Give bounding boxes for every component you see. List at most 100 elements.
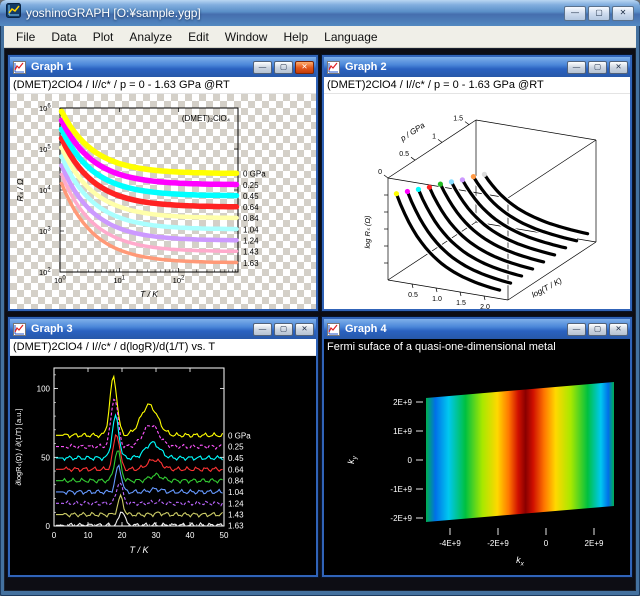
svg-text:-1E+9: -1E+9 bbox=[390, 485, 412, 494]
svg-text:1E+9: 1E+9 bbox=[393, 427, 412, 436]
menu-item-language[interactable]: Language bbox=[316, 28, 385, 46]
graph-icon bbox=[13, 60, 27, 74]
svg-text:101: 101 bbox=[113, 276, 125, 286]
graph-icon bbox=[327, 322, 341, 336]
svg-text:p / GPa: p / GPa bbox=[398, 120, 427, 143]
svg-text:100: 100 bbox=[37, 385, 51, 394]
mdi-client-area: Graph 1 — ▢ ✕ (DMET)2ClO4 / I//c* / p = … bbox=[4, 48, 636, 591]
graph4-title: Graph 4 bbox=[345, 323, 565, 335]
graph1-minimize-button[interactable]: — bbox=[253, 61, 272, 74]
svg-text:kx: kx bbox=[516, 555, 525, 568]
svg-text:0.64: 0.64 bbox=[243, 203, 259, 212]
graph2-minimize-button[interactable]: — bbox=[567, 61, 586, 74]
graph4-canvas: 2E+91E+90-1E+9-2E+9ky-4E+9-2E+902E+9kx bbox=[324, 356, 630, 575]
graph3-titlebar[interactable]: Graph 3 — ▢ ✕ bbox=[10, 319, 316, 339]
graph4-minimize-button[interactable]: — bbox=[567, 323, 586, 336]
svg-text:log(T / K): log(T / K) bbox=[530, 276, 564, 300]
graph2-maximize-button[interactable]: ▢ bbox=[588, 61, 607, 74]
graph3-plot-area[interactable]: 05010001020304050∂logRₛ(Ω) / ∂(1/T) [a.u… bbox=[10, 356, 316, 575]
menu-bar: FileDataPlotAnalyzeEditWindowHelpLanguag… bbox=[4, 26, 636, 48]
graph1-plot-area[interactable]: 106105104103102100101102Rₛ / ΩT / K(DMET… bbox=[10, 94, 316, 309]
menu-item-file[interactable]: File bbox=[8, 28, 43, 46]
svg-text:50: 50 bbox=[220, 531, 229, 540]
graph2-plot-area[interactable]: 00.511.5p / GPa0.51.01.52.0log(T / K)log… bbox=[324, 94, 630, 309]
graph3-close-button[interactable]: ✕ bbox=[295, 323, 314, 336]
svg-text:0: 0 bbox=[378, 169, 382, 176]
svg-text:-2E+9: -2E+9 bbox=[390, 514, 412, 523]
window-controls: — ▢ ✕ bbox=[564, 6, 634, 21]
svg-text:1.24: 1.24 bbox=[228, 499, 244, 508]
menu-item-help[interactable]: Help bbox=[275, 28, 316, 46]
graph2-titlebar[interactable]: Graph 2 — ▢ ✕ bbox=[324, 57, 630, 77]
svg-text:0 GPa: 0 GPa bbox=[243, 170, 266, 179]
svg-text:0.84: 0.84 bbox=[228, 477, 244, 486]
svg-text:0.25: 0.25 bbox=[243, 181, 259, 190]
svg-text:0: 0 bbox=[544, 539, 549, 548]
svg-text:1.43: 1.43 bbox=[243, 248, 259, 257]
graph4-maximize-button[interactable]: ▢ bbox=[588, 323, 607, 336]
graph-icon bbox=[327, 60, 341, 74]
graph2-window: Graph 2 — ▢ ✕ (DMET)2ClO4 / I//c* / p = … bbox=[322, 55, 632, 311]
app-window: yoshinoGRAPH [O:¥sample.ygp] — ▢ ✕ FileD… bbox=[0, 0, 640, 596]
graph-icon bbox=[13, 322, 27, 336]
window-title: yoshinoGRAPH [O:¥sample.ygp] bbox=[26, 6, 564, 20]
graph3-minimize-button[interactable]: — bbox=[253, 323, 272, 336]
menu-item-edit[interactable]: Edit bbox=[180, 28, 217, 46]
graph4-window: Graph 4 — ▢ ✕ Fermi suface of a quasi-on… bbox=[322, 317, 632, 577]
window-close-button[interactable]: ✕ bbox=[612, 6, 634, 21]
graph2-canvas: 00.511.5p / GPa0.51.01.52.0log(T / K)log… bbox=[324, 94, 630, 309]
svg-text:1.63: 1.63 bbox=[243, 259, 259, 268]
svg-text:0.64: 0.64 bbox=[228, 465, 244, 474]
svg-text:0.25: 0.25 bbox=[228, 443, 244, 452]
svg-text:0: 0 bbox=[46, 522, 51, 531]
svg-text:0.5: 0.5 bbox=[399, 151, 409, 158]
graph4-plot-area[interactable]: 2E+91E+90-1E+9-2E+9ky-4E+9-2E+902E+9kx bbox=[324, 356, 630, 575]
graph1-window: Graph 1 — ▢ ✕ (DMET)2ClO4 / I//c* / p = … bbox=[8, 55, 318, 311]
svg-text:-4E+9: -4E+9 bbox=[439, 539, 461, 548]
svg-text:2.0: 2.0 bbox=[480, 304, 490, 309]
svg-text:103: 103 bbox=[39, 227, 51, 237]
svg-text:∂logRₛ(Ω) / ∂(1/T) [a.u.]: ∂logRₛ(Ω) / ∂(1/T) [a.u.] bbox=[14, 408, 23, 485]
window-titlebar[interactable]: yoshinoGRAPH [O:¥sample.ygp] — ▢ ✕ bbox=[0, 0, 640, 26]
graph1-maximize-button[interactable]: ▢ bbox=[274, 61, 293, 74]
graph3-caption: (DMET)2ClO4 / I//c* / d(logR)/d(1/T) vs.… bbox=[10, 339, 316, 356]
graph3-window: Graph 3 — ▢ ✕ (DMET)2ClO4 / I//c* / d(lo… bbox=[8, 317, 318, 577]
graph2-close-button[interactable]: ✕ bbox=[609, 61, 628, 74]
svg-text:100: 100 bbox=[54, 276, 66, 286]
svg-text:Rₛ / Ω: Rₛ / Ω bbox=[15, 178, 25, 201]
window-minimize-button[interactable]: — bbox=[564, 6, 586, 21]
svg-text:0.5: 0.5 bbox=[408, 292, 418, 299]
svg-text:1: 1 bbox=[432, 133, 436, 140]
svg-text:1.0: 1.0 bbox=[432, 296, 442, 303]
graph4-close-button[interactable]: ✕ bbox=[609, 323, 628, 336]
svg-text:102: 102 bbox=[39, 268, 51, 278]
svg-text:10: 10 bbox=[84, 531, 93, 540]
graph3-maximize-button[interactable]: ▢ bbox=[274, 323, 293, 336]
graph1-close-button[interactable]: ✕ bbox=[295, 61, 314, 74]
svg-text:1.04: 1.04 bbox=[228, 488, 244, 497]
svg-text:1.5: 1.5 bbox=[456, 300, 466, 307]
svg-text:102: 102 bbox=[173, 276, 185, 286]
svg-text:40: 40 bbox=[186, 531, 195, 540]
svg-text:0: 0 bbox=[408, 456, 413, 465]
window-maximize-button[interactable]: ▢ bbox=[588, 6, 610, 21]
svg-text:T / K: T / K bbox=[129, 545, 149, 555]
svg-text:0 GPa: 0 GPa bbox=[228, 431, 251, 440]
svg-text:0: 0 bbox=[52, 531, 57, 540]
menu-item-analyze[interactable]: Analyze bbox=[121, 28, 180, 46]
graph1-canvas: 106105104103102100101102Rₛ / ΩT / K(DMET… bbox=[10, 94, 316, 309]
svg-text:0.84: 0.84 bbox=[243, 214, 259, 223]
menu-item-data[interactable]: Data bbox=[43, 28, 84, 46]
menu-item-plot[interactable]: Plot bbox=[85, 28, 122, 46]
graph1-titlebar[interactable]: Graph 1 — ▢ ✕ bbox=[10, 57, 316, 77]
menu-item-window[interactable]: Window bbox=[217, 28, 276, 46]
svg-text:ky: ky bbox=[346, 455, 359, 464]
svg-text:2E+9: 2E+9 bbox=[585, 539, 604, 548]
svg-text:1.43: 1.43 bbox=[228, 511, 244, 520]
svg-text:T / K: T / K bbox=[140, 289, 158, 299]
graph4-titlebar[interactable]: Graph 4 — ▢ ✕ bbox=[324, 319, 630, 339]
svg-text:106: 106 bbox=[39, 104, 51, 114]
graph4-caption: Fermi suface of a quasi-one-dimensional … bbox=[324, 339, 630, 356]
svg-text:105: 105 bbox=[39, 145, 51, 155]
graph1-title: Graph 1 bbox=[31, 61, 251, 73]
